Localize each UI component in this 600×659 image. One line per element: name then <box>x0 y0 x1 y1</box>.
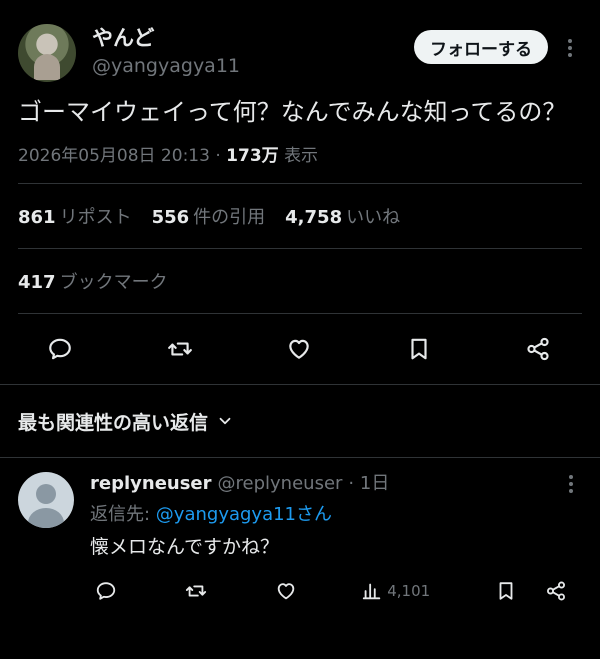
post-meta: 2026年05月08日 20:13 · 173万 表示 <box>18 141 582 171</box>
post-action-bar <box>0 314 600 384</box>
heart-icon[interactable] <box>285 335 313 363</box>
share-icon[interactable] <box>542 577 570 605</box>
post-header: やんど @yangyagya11 フォローする <box>18 22 582 84</box>
reply-avatar[interactable] <box>18 472 74 528</box>
reply-to-line: 返信先: @yangyagya11さん <box>90 500 582 530</box>
reply-display-name[interactable]: replyneuser <box>90 470 212 498</box>
speech-bubble-icon[interactable] <box>46 335 74 363</box>
likes-count: 4,758 <box>285 207 343 228</box>
reply-content: replyneuser @replyneuser · 1日 返信先: @yang… <box>90 470 582 608</box>
follow-button[interactable]: フォローする <box>414 30 548 64</box>
quotes-stat[interactable]: 556 件の引用 <box>152 203 266 229</box>
bookmarks-stat[interactable]: 417 ブックマーク <box>18 268 168 294</box>
quotes-label: 件の引用 <box>193 207 266 228</box>
replies-sort-label: 最も関連性の高い返信 <box>18 411 209 434</box>
share-icon[interactable] <box>524 335 552 363</box>
bar-chart-icon <box>363 583 381 600</box>
reposts-count: 861 <box>18 207 56 228</box>
author-handle[interactable]: @yangyagya11 <box>92 53 240 79</box>
reply-time[interactable]: · 1日 <box>348 470 389 498</box>
post-text: ゴーマイウェイって何？なんでみんな知ってるの？ <box>18 98 567 126</box>
engagement-stats: 861 リポスト 556 件の引用 4,758 いいね <box>0 184 600 248</box>
reposts-stat[interactable]: 861 リポスト <box>18 203 132 229</box>
heart-icon[interactable] <box>272 577 300 605</box>
bookmarks-count: 417 <box>18 272 56 293</box>
more-options-icon[interactable] <box>558 34 582 62</box>
quotes-count: 556 <box>151 207 190 228</box>
reposts-label: リポスト <box>59 207 132 228</box>
author-avatar[interactable] <box>18 24 76 82</box>
reply-more-options-icon[interactable] <box>560 472 582 496</box>
bookmarks-label: ブックマーク <box>59 272 168 293</box>
reply-text: 懐メロなんですかね？ <box>90 536 280 558</box>
reply-to-mention[interactable]: @yangyagya11さん <box>156 504 332 525</box>
author-display-name[interactable]: やんど <box>92 25 240 51</box>
chevron-down-icon <box>216 412 234 430</box>
likes-label: いいね <box>346 207 401 228</box>
reply-views-count: 4,101 <box>387 582 431 600</box>
reply-right-actions <box>492 577 570 605</box>
repost-arrows-icon[interactable] <box>166 335 194 363</box>
bookmark-stats: 417 ブックマーク <box>0 249 600 313</box>
reply-item[interactable]: replyneuser @replyneuser · 1日 返信先: @yang… <box>0 458 600 608</box>
reply-action-bar: 4,101 <box>90 574 582 608</box>
meta-separator: · <box>215 146 221 166</box>
bookmark-icon[interactable] <box>405 335 433 363</box>
main-post: やんど @yangyagya11 フォローする ゴーマイウェイって何？なんでみん… <box>0 0 600 171</box>
repost-arrows-icon[interactable] <box>182 577 210 605</box>
replies-sort-selector[interactable]: 最も関連性の高い返信 <box>0 385 600 457</box>
likes-stat[interactable]: 4,758 いいね <box>285 203 400 229</box>
reply-to-prefix: 返信先: <box>90 504 156 525</box>
views-label: 表示 <box>284 146 319 166</box>
speech-bubble-icon[interactable] <box>92 577 120 605</box>
author-name-block: やんど @yangyagya11 <box>92 25 240 79</box>
bookmark-icon[interactable] <box>492 577 520 605</box>
reply-views[interactable]: 4,101 <box>361 580 430 602</box>
reply-handle[interactable]: @replyneuser <box>218 470 343 498</box>
reply-header: replyneuser @replyneuser · 1日 <box>90 470 582 498</box>
views-count: 173万 <box>226 146 279 166</box>
post-timestamp[interactable]: 2026年05月08日 20:13 <box>18 146 210 166</box>
